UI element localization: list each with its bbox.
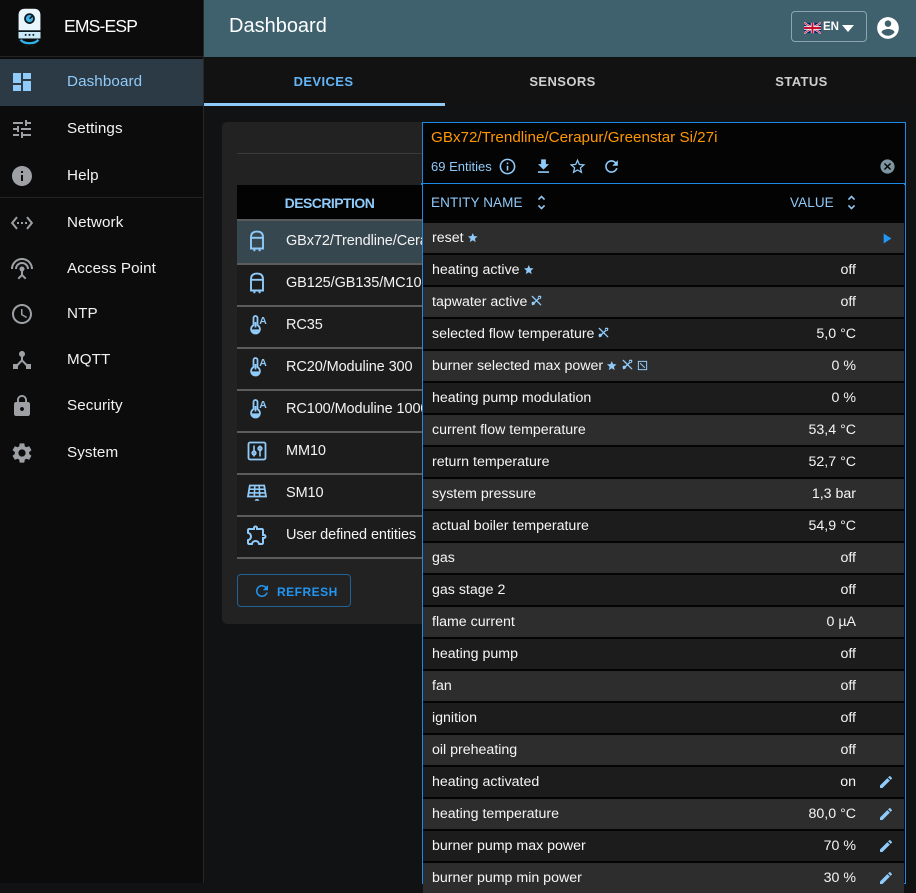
svg-text:A: A <box>259 398 267 410</box>
svg-text:A: A <box>259 314 267 326</box>
svg-text:A: A <box>259 356 267 368</box>
